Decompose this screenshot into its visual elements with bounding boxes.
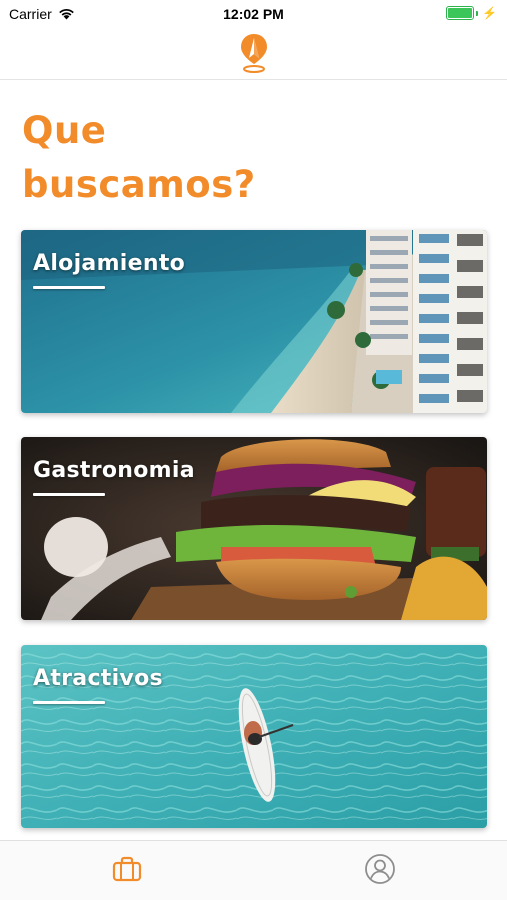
battery-indicator: ⚡	[446, 6, 497, 20]
tab-profile[interactable]	[360, 851, 400, 887]
category-card-alojamiento[interactable]: Alojamiento	[21, 230, 487, 413]
navigation-bar	[0, 28, 507, 80]
page-title: Que buscamos?	[22, 104, 482, 212]
user-icon	[365, 854, 395, 884]
page-title-line1: Que	[22, 109, 107, 152]
category-card-atractivos[interactable]: Atractivos	[21, 645, 487, 828]
battery-icon	[446, 6, 475, 20]
category-card-label: Alojamiento	[33, 251, 186, 276]
battery-tip	[476, 10, 479, 16]
tab-explore[interactable]	[107, 851, 147, 887]
status-time: 12:02 PM	[223, 6, 284, 22]
category-card-underline	[33, 701, 105, 704]
compass-pin-logo-icon	[241, 34, 267, 73]
status-bar: Carrier 12:02 PM ⚡	[0, 0, 507, 28]
category-card-label: Gastronomia	[33, 458, 195, 483]
category-card-label: Atractivos	[33, 666, 163, 691]
page-title-line2: buscamos?	[22, 163, 256, 206]
category-card-gastronomia[interactable]: Gastronomia	[21, 437, 487, 620]
category-card-underline	[33, 286, 105, 289]
briefcase-icon	[112, 856, 142, 882]
charging-bolt-icon: ⚡	[482, 6, 497, 20]
tab-bar	[0, 840, 507, 900]
category-card-underline	[33, 493, 105, 496]
battery-fill	[448, 8, 473, 18]
